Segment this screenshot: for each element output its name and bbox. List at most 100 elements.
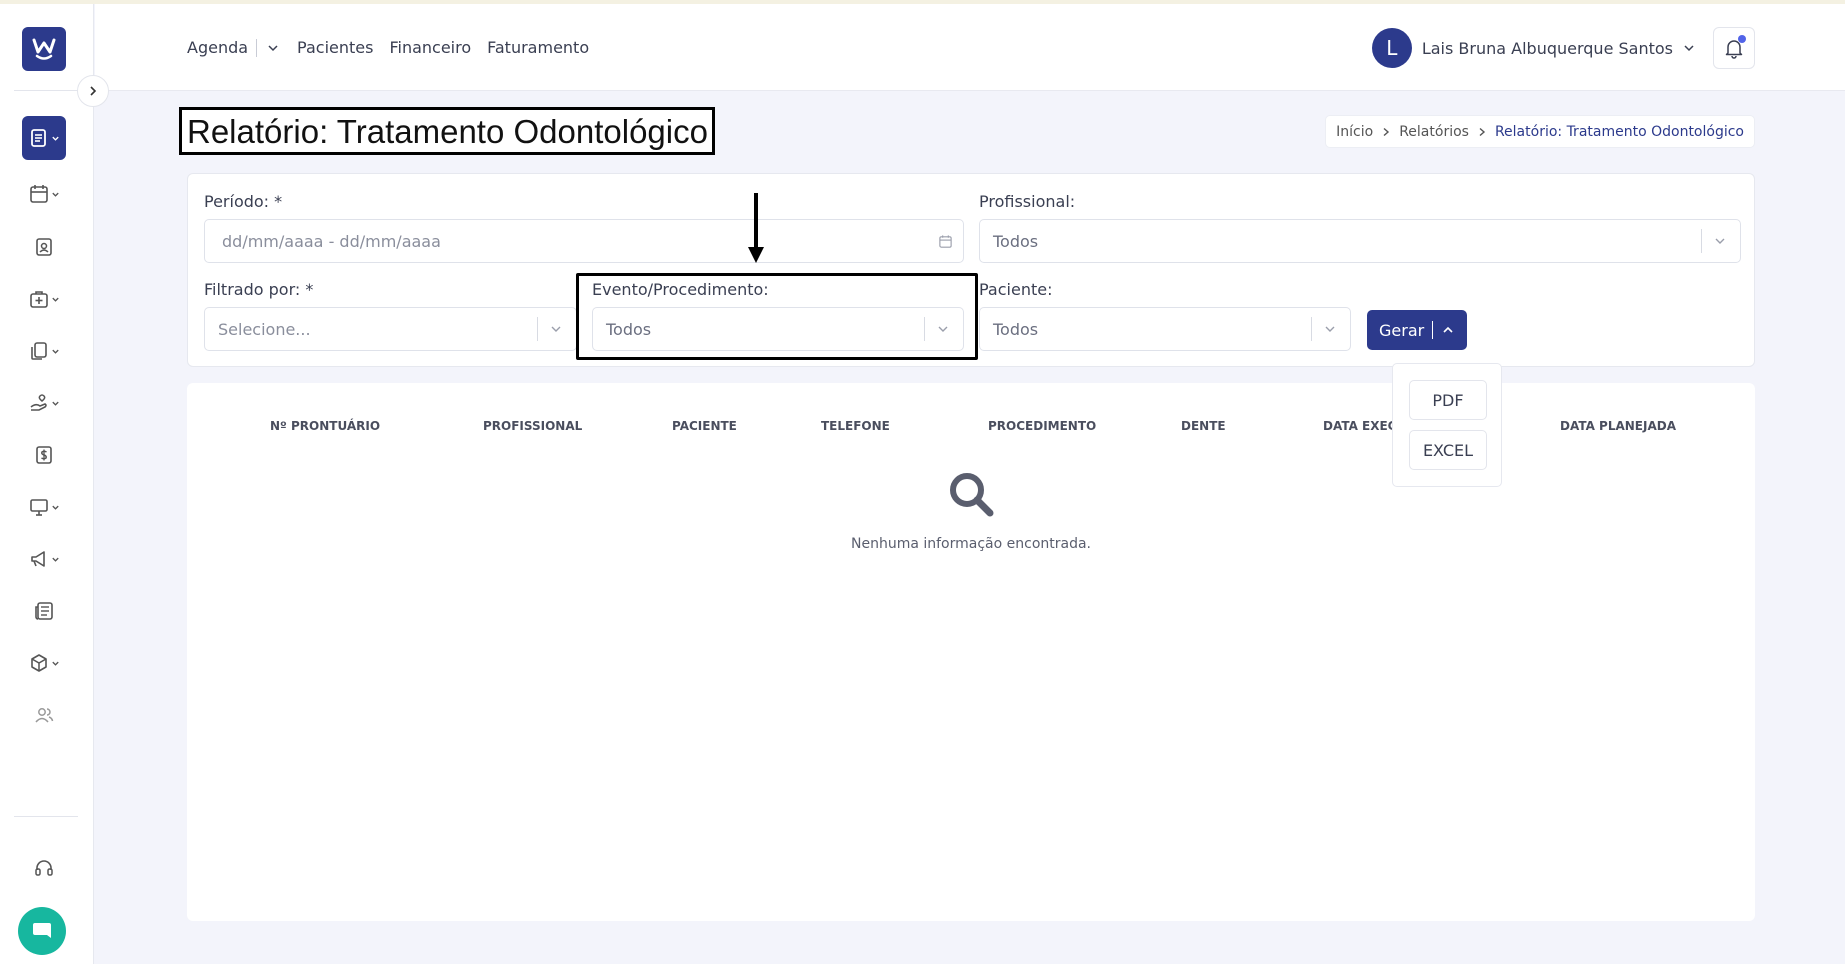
nav-pacientes[interactable]: Pacientes bbox=[297, 38, 373, 57]
profissional-value: Todos bbox=[993, 231, 1039, 251]
paciente-select[interactable]: Todos bbox=[979, 307, 1351, 351]
chevron-right-icon bbox=[1479, 127, 1486, 136]
results-table: Nº PRONTUÁRIO PROFISSIONAL PACIENTE TELE… bbox=[187, 383, 1755, 921]
column-header[interactable]: DATA PLANEJADA bbox=[1560, 419, 1676, 433]
sidebar-item-procedures[interactable] bbox=[22, 381, 66, 425]
newspaper-icon bbox=[35, 602, 53, 620]
sidebar-item-clinic[interactable] bbox=[22, 277, 66, 321]
column-header[interactable]: PROCEDIMENTO bbox=[988, 419, 1096, 433]
chevron-down-icon bbox=[551, 326, 561, 332]
box-icon bbox=[31, 654, 47, 672]
nav-faturamento[interactable]: Faturamento bbox=[487, 38, 589, 57]
sidebar-item-calendar[interactable] bbox=[22, 172, 66, 216]
main-nav: Agenda Pacientes Financeiro Faturamento bbox=[187, 38, 605, 57]
chat-icon bbox=[33, 923, 51, 938]
breadcrumb-home[interactable]: Início bbox=[1336, 124, 1373, 140]
gerar-separator bbox=[1432, 321, 1434, 339]
column-header[interactable]: PACIENTE bbox=[672, 419, 737, 433]
export-dropdown: PDF EXCEL bbox=[1392, 363, 1502, 487]
evento-value: Todos bbox=[606, 319, 652, 339]
headset-icon bbox=[35, 860, 53, 876]
breadcrumb: Início Relatórios Relatório: Tratamento … bbox=[1325, 115, 1755, 148]
select-separator bbox=[1311, 317, 1312, 341]
chevron-down-icon bbox=[52, 192, 59, 197]
chevron-down-icon bbox=[268, 44, 278, 51]
dollar-icon bbox=[36, 446, 52, 464]
chevron-down-icon bbox=[938, 326, 948, 332]
empty-state-message: Nenhuma informação encontrada. bbox=[850, 536, 1091, 552]
user-name: Lais Bruna Albuquerque Santos bbox=[1421, 38, 1673, 58]
chevron-down-icon bbox=[52, 661, 59, 666]
paciente-value: Todos bbox=[993, 319, 1039, 339]
notifications-button[interactable] bbox=[1713, 27, 1755, 69]
evento-procedimento-select[interactable]: Todos bbox=[592, 307, 964, 351]
filtrado-placeholder: Selecione... bbox=[218, 319, 311, 339]
search-icon bbox=[950, 473, 994, 517]
sidebar-item-reports[interactable] bbox=[22, 116, 66, 160]
users-icon bbox=[35, 708, 54, 723]
sidebar-item-patients[interactable] bbox=[22, 225, 66, 269]
chat-button[interactable] bbox=[18, 907, 66, 955]
select-separator bbox=[1701, 229, 1702, 253]
chevron-right-icon bbox=[1383, 127, 1390, 136]
select-separator bbox=[537, 317, 538, 341]
notification-dot bbox=[1738, 35, 1746, 43]
periodo-date-range-input[interactable]: dd/mm/aaaa - dd/mm/aaaa bbox=[204, 219, 964, 263]
page-title: Relatório: Tratamento Odontológico bbox=[179, 107, 715, 155]
gerar-button[interactable]: Gerar bbox=[1367, 310, 1467, 350]
periodo-label: Período: * bbox=[204, 192, 283, 211]
user-menu[interactable]: L Lais Bruna Albuquerque Santos bbox=[1371, 28, 1695, 68]
nav-financeiro[interactable]: Financeiro bbox=[389, 38, 471, 57]
chevron-down-icon bbox=[52, 297, 59, 302]
chevron-right-icon bbox=[90, 86, 97, 96]
column-header[interactable]: TELEFONE bbox=[821, 419, 890, 433]
sidebar-item-news[interactable] bbox=[22, 589, 66, 633]
breadcrumb-reports[interactable]: Relatórios bbox=[1399, 124, 1469, 140]
column-header[interactable]: PROFISSIONAL bbox=[483, 419, 582, 433]
hand-heart-icon bbox=[30, 394, 47, 411]
sidebar-item-finance[interactable] bbox=[22, 433, 66, 477]
calendar-icon bbox=[939, 234, 952, 248]
filters-card: Período: * dd/mm/aaaa - dd/mm/aaaa Profi… bbox=[187, 173, 1755, 367]
nav-separator bbox=[256, 38, 258, 57]
column-header[interactable]: DENTE bbox=[1181, 419, 1226, 433]
calendar-icon bbox=[30, 185, 48, 203]
chevron-down-icon bbox=[52, 349, 59, 354]
sidebar-item-monitor[interactable] bbox=[22, 485, 66, 529]
sidebar-item-support[interactable] bbox=[22, 846, 66, 890]
agenda-dropdown-toggle[interactable] bbox=[267, 42, 279, 54]
top-navbar: Agenda Pacientes Financeiro Faturamento … bbox=[95, 4, 1845, 91]
chevron-down-icon bbox=[52, 557, 59, 562]
contact-card-icon bbox=[36, 238, 52, 256]
export-excel-option[interactable]: EXCEL bbox=[1409, 430, 1487, 470]
report-icon bbox=[31, 129, 46, 147]
sidebar-divider bbox=[14, 90, 78, 91]
filtrado-select[interactable]: Selecione... bbox=[204, 307, 577, 351]
nav-agenda[interactable]: Agenda bbox=[187, 38, 248, 57]
paciente-label: Paciente: bbox=[979, 280, 1053, 299]
chevron-down-icon bbox=[52, 136, 59, 141]
export-pdf-option[interactable]: PDF bbox=[1409, 380, 1487, 420]
documents-icon bbox=[31, 342, 47, 360]
monitor-icon bbox=[30, 499, 48, 516]
sidebar-item-documents[interactable] bbox=[22, 329, 66, 373]
filtrado-label: Filtrado por: * bbox=[204, 280, 314, 299]
chevron-down-icon bbox=[1684, 45, 1694, 52]
sidebar-item-users[interactable] bbox=[22, 693, 66, 737]
breadcrumb-separator bbox=[1381, 127, 1391, 137]
breadcrumb-separator bbox=[1477, 127, 1487, 137]
sidebar-item-inventory[interactable] bbox=[22, 641, 66, 685]
annotation-arrow-icon bbox=[748, 193, 764, 263]
sidebar-item-marketing[interactable] bbox=[22, 537, 66, 581]
profissional-label: Profissional: bbox=[979, 192, 1076, 211]
column-header[interactable]: Nº PRONTUÁRIO bbox=[270, 419, 380, 433]
profissional-select[interactable]: Todos bbox=[979, 219, 1741, 263]
sidebar bbox=[0, 4, 94, 964]
logo-icon bbox=[32, 38, 56, 60]
periodo-placeholder: dd/mm/aaaa - dd/mm/aaaa bbox=[222, 231, 441, 251]
gerar-label: Gerar bbox=[1379, 320, 1425, 340]
app-logo[interactable] bbox=[22, 27, 66, 71]
chevron-down-icon bbox=[52, 401, 59, 406]
sidebar-expand-button[interactable] bbox=[77, 75, 109, 107]
avatar: L bbox=[1371, 28, 1412, 68]
